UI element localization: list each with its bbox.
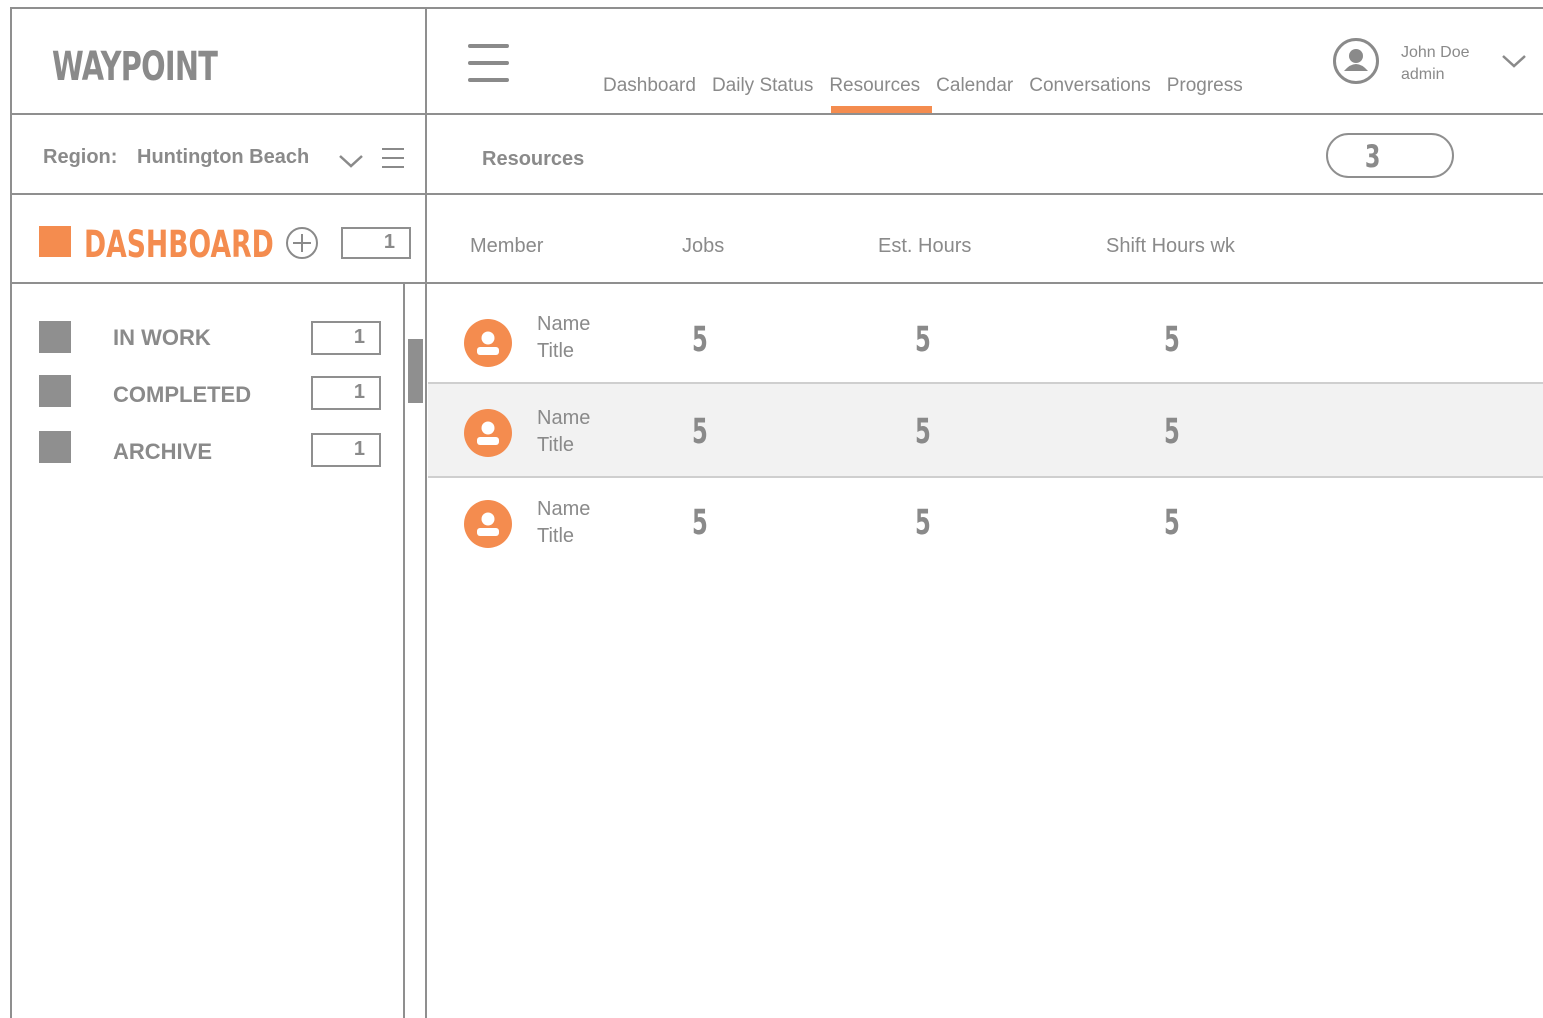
member-name: Name (537, 407, 591, 429)
user-role: admin (1401, 66, 1445, 83)
region-label: Region: (43, 146, 118, 168)
chevron-down-icon[interactable] (1500, 52, 1528, 70)
est-hours-value: 5 (915, 503, 931, 543)
column-header-member[interactable]: Member (470, 235, 543, 258)
tab-calendar[interactable]: Calendar (936, 75, 1013, 97)
add-circle-icon[interactable] (285, 226, 319, 260)
sidebar-item-completed[interactable]: COMPLETED 1 (39, 375, 384, 410)
sidebar-item-dashboard[interactable]: DASHBOARD (84, 223, 274, 266)
status-square-icon (39, 375, 71, 407)
est-hours-value: 5 (915, 320, 931, 360)
jobs-value: 5 (692, 503, 708, 543)
list-menu-icon[interactable] (381, 146, 405, 170)
sidebar-item-count: 1 (311, 433, 381, 467)
avatar (464, 500, 512, 548)
sidebar-item-label: ARCHIVE (113, 439, 213, 464)
header-bottom-border (10, 113, 1543, 115)
member-title: Title (537, 434, 575, 456)
est-hours-value: 5 (915, 412, 931, 452)
frame-left-border (10, 7, 12, 1018)
jobs-value: 5 (692, 412, 708, 452)
tab-daily-status[interactable]: Daily Status (712, 75, 813, 97)
frame-top-border (10, 7, 1543, 9)
user-name: John Doe (1401, 44, 1470, 61)
member-title: Title (537, 340, 575, 362)
avatar (464, 409, 512, 457)
sidebar-divider (425, 7, 427, 1018)
status-square-icon (39, 431, 71, 463)
table-header-bottom-border (10, 282, 1543, 284)
user-icon (477, 421, 499, 445)
sidebar-item-in-work[interactable]: IN WORK 1 (39, 321, 384, 355)
row-divider (428, 476, 1543, 478)
user-icon (477, 512, 499, 536)
avatar (464, 319, 512, 367)
toolbar-bottom-border (10, 193, 1543, 195)
column-header-est-hours[interactable]: Est. Hours (878, 235, 971, 258)
shift-hours-value: 5 (1164, 320, 1180, 360)
dashboard-count: 1 (341, 227, 411, 259)
jobs-value: 5 (692, 320, 708, 360)
app-logo: WAYPOINT (52, 44, 218, 90)
column-header-shift-hours[interactable]: Shift Hours wk (1106, 235, 1235, 258)
user-icon (477, 331, 499, 355)
user-icon (1344, 49, 1368, 71)
chevron-down-icon[interactable] (338, 148, 364, 170)
column-header-jobs[interactable]: Jobs (682, 235, 724, 258)
main-nav: Dashboard Daily Status Resources Calenda… (603, 75, 1259, 113)
region-select[interactable]: Huntington Beach (137, 146, 309, 169)
sidebar-item-label: IN WORK (113, 325, 211, 350)
resource-count-badge: 3 (1326, 133, 1454, 178)
table-row[interactable]: Name Title 5 5 5 (428, 298, 1543, 388)
dashboard-color-icon (39, 226, 71, 257)
member-name: Name (537, 498, 591, 520)
tab-conversations[interactable]: Conversations (1029, 75, 1150, 97)
sidebar-scroll-track (403, 283, 405, 1018)
tab-resources[interactable]: Resources (829, 75, 932, 113)
tab-progress[interactable]: Progress (1167, 75, 1243, 97)
sidebar-item-archive[interactable]: ARCHIVE 1 (39, 431, 384, 467)
status-square-icon (39, 321, 71, 353)
page-title: Resources (482, 148, 585, 170)
sidebar-item-count: 1 (311, 321, 381, 355)
table-row[interactable]: Name Title 5 5 5 (428, 479, 1543, 569)
sidebar-item-label: COMPLETED (113, 382, 252, 407)
sidebar-scrollbar-thumb[interactable] (408, 339, 423, 403)
user-avatar[interactable] (1333, 38, 1379, 84)
resource-count: 3 (1364, 139, 1381, 175)
member-title: Title (537, 525, 575, 547)
shift-hours-value: 5 (1164, 503, 1180, 543)
member-name: Name (537, 313, 591, 335)
sidebar-item-count: 1 (311, 376, 381, 410)
tab-dashboard[interactable]: Dashboard (603, 75, 696, 97)
shift-hours-value: 5 (1164, 412, 1180, 452)
table-row[interactable]: Name Title 5 5 5 (428, 384, 1543, 476)
